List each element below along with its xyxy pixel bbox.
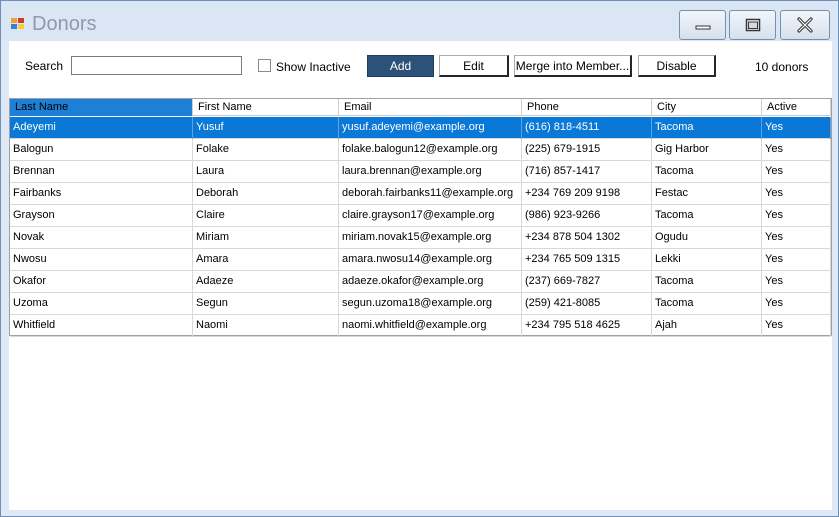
cell-phone[interactable]: +234 878 504 1302 bbox=[522, 227, 652, 249]
cell-city[interactable]: Gig Harbor bbox=[652, 139, 762, 161]
cell-first-name[interactable]: Laura bbox=[193, 161, 339, 183]
cell-city[interactable]: Tacoma bbox=[652, 205, 762, 227]
cell-phone[interactable]: (616) 818-4511 bbox=[522, 117, 652, 139]
cell-email[interactable]: segun.uzoma18@example.org bbox=[339, 293, 522, 315]
close-icon bbox=[797, 17, 813, 33]
cell-city[interactable]: Festac bbox=[652, 183, 762, 205]
cell-last-name[interactable]: Balogun bbox=[10, 139, 193, 161]
cell-last-name[interactable]: Adeyemi bbox=[10, 117, 193, 139]
table-row[interactable]: Grayson Claire claire.grayson17@example.or… bbox=[10, 205, 831, 227]
cell-first-name[interactable]: Claire bbox=[193, 205, 339, 227]
table-row[interactable]: Okafor Adaeze adaeze.okafor@example.org (23… bbox=[10, 271, 831, 293]
donors-window: Donors Search Show Inactive Add Edit Mer… bbox=[0, 0, 839, 517]
cell-email[interactable]: claire.grayson17@example.org bbox=[339, 205, 522, 227]
close-button[interactable] bbox=[780, 10, 830, 40]
table-row[interactable]: Brennan Laura laura.brennan@example.org (71… bbox=[10, 161, 831, 183]
cell-last-name[interactable]: Brennan bbox=[10, 161, 193, 183]
cell-first-name[interactable]: Yusuf bbox=[193, 117, 339, 139]
cell-email[interactable]: naomi.whitfield@example.org bbox=[339, 315, 522, 337]
cell-active[interactable]: Yes bbox=[762, 161, 831, 183]
show-inactive-label[interactable]: Show Inactive bbox=[276, 60, 351, 74]
column-header-email[interactable]: Email bbox=[339, 99, 522, 116]
search-input[interactable] bbox=[71, 56, 242, 75]
cell-active[interactable]: Yes bbox=[762, 183, 831, 205]
cell-city[interactable]: Ogudu bbox=[652, 227, 762, 249]
cell-first-name[interactable]: Naomi bbox=[193, 315, 339, 337]
disable-button[interactable]: Disable bbox=[638, 55, 716, 77]
cell-active[interactable]: Yes bbox=[762, 315, 831, 337]
cell-last-name[interactable]: Fairbanks bbox=[10, 183, 193, 205]
title-bar[interactable]: Donors bbox=[1, 1, 838, 41]
cell-first-name[interactable]: Deborah bbox=[193, 183, 339, 205]
cell-phone[interactable]: (259) 421-8085 bbox=[522, 293, 652, 315]
column-header-city[interactable]: City bbox=[652, 99, 762, 116]
cell-first-name[interactable]: Adaeze bbox=[193, 271, 339, 293]
cell-first-name[interactable]: Miriam bbox=[193, 227, 339, 249]
column-header-phone[interactable]: Phone bbox=[522, 99, 652, 116]
cell-city[interactable]: Tacoma bbox=[652, 161, 762, 183]
edit-button[interactable]: Edit bbox=[439, 55, 509, 77]
table-row[interactable]: Fairbanks Deborah deborah.fairbanks11@exam… bbox=[10, 183, 831, 205]
window-title: Donors bbox=[32, 13, 97, 35]
column-header-last-name[interactable]: Last Name bbox=[10, 99, 193, 116]
donor-count: 10 donors bbox=[755, 60, 809, 74]
merge-into-member-button[interactable]: Merge into Member... bbox=[514, 55, 632, 77]
cell-city[interactable]: Tacoma bbox=[652, 117, 762, 139]
maximize-icon bbox=[745, 18, 760, 32]
maximize-button[interactable] bbox=[729, 10, 776, 40]
cell-phone[interactable]: +234 795 518 4625 bbox=[522, 315, 652, 337]
minimize-icon bbox=[695, 25, 710, 30]
cell-email[interactable]: yusuf.adeyemi@example.org bbox=[339, 117, 522, 139]
cell-phone[interactable]: (225) 679-1915 bbox=[522, 139, 652, 161]
show-inactive-checkbox[interactable] bbox=[258, 59, 271, 72]
table-row[interactable]: Balogun Folake folake.balogun12@example.or… bbox=[10, 139, 831, 161]
cell-phone[interactable]: (986) 923-9266 bbox=[522, 205, 652, 227]
cell-last-name[interactable]: Uzoma bbox=[10, 293, 193, 315]
cell-active[interactable]: Yes bbox=[762, 205, 831, 227]
table-row[interactable]: Uzoma Segun segun.uzoma18@example.org (259)… bbox=[10, 293, 831, 315]
table-row[interactable]: Whitfield Naomi naomi.whitfield@example.or… bbox=[10, 315, 831, 337]
cell-email[interactable]: deborah.fairbanks11@example.org bbox=[339, 183, 522, 205]
cell-first-name[interactable]: Amara bbox=[193, 249, 339, 271]
cell-last-name[interactable]: Novak bbox=[10, 227, 193, 249]
cell-phone[interactable]: (237) 669-7827 bbox=[522, 271, 652, 293]
minimize-button[interactable] bbox=[679, 10, 726, 40]
cell-active[interactable]: Yes bbox=[762, 293, 831, 315]
cell-first-name[interactable]: Folake bbox=[193, 139, 339, 161]
donors-grid[interactable]: Last Name First Name Email Phone City Active … bbox=[9, 98, 832, 337]
cell-city[interactable]: Tacoma bbox=[652, 293, 762, 315]
cell-first-name[interactable]: Segun bbox=[193, 293, 339, 315]
cell-email[interactable]: amara.nwosu14@example.org bbox=[339, 249, 522, 271]
cell-last-name[interactable]: Okafor bbox=[10, 271, 193, 293]
table-row[interactable]: Nwosu Amara amara.nwosu14@example.org +234 … bbox=[10, 249, 831, 271]
table-row[interactable]: Novak Miriam miriam.novak15@example.org +23… bbox=[10, 227, 831, 249]
cell-email[interactable]: miriam.novak15@example.org bbox=[339, 227, 522, 249]
add-button[interactable]: Add bbox=[367, 55, 434, 77]
cell-active[interactable]: Yes bbox=[762, 249, 831, 271]
toolbar: Search Show Inactive Add Edit Merge into… bbox=[9, 41, 832, 97]
cell-city[interactable]: Ajah bbox=[652, 315, 762, 337]
cell-city[interactable]: Lekki bbox=[652, 249, 762, 271]
cell-email[interactable]: laura.brennan@example.org bbox=[339, 161, 522, 183]
column-header-active[interactable]: Active bbox=[762, 99, 831, 116]
cell-active[interactable]: Yes bbox=[762, 139, 831, 161]
cell-city[interactable]: Tacoma bbox=[652, 271, 762, 293]
cell-phone[interactable]: (716) 857-1417 bbox=[522, 161, 652, 183]
cell-last-name[interactable]: Grayson bbox=[10, 205, 193, 227]
cell-last-name[interactable]: Nwosu bbox=[10, 249, 193, 271]
cell-active[interactable]: Yes bbox=[762, 271, 831, 293]
cell-active[interactable]: Yes bbox=[762, 117, 831, 139]
app-icon bbox=[11, 18, 25, 30]
cell-phone[interactable]: +234 769 209 9198 bbox=[522, 183, 652, 205]
cell-email[interactable]: folake.balogun12@example.org bbox=[339, 139, 522, 161]
grid-header: Last Name First Name Email Phone City Active bbox=[10, 99, 831, 116]
cell-phone[interactable]: +234 765 509 1315 bbox=[522, 249, 652, 271]
cell-active[interactable]: Yes bbox=[762, 227, 831, 249]
search-label: Search bbox=[25, 59, 64, 73]
column-header-first-name[interactable]: First Name bbox=[193, 99, 339, 116]
cell-last-name[interactable]: Whitfield bbox=[10, 315, 193, 337]
cell-email[interactable]: adaeze.okafor@example.org bbox=[339, 271, 522, 293]
client-area: Search Show Inactive Add Edit Merge into… bbox=[9, 41, 832, 510]
table-row[interactable]: Adeyemi Yusuf yusuf.adeyemi@example.org (61… bbox=[10, 117, 831, 139]
